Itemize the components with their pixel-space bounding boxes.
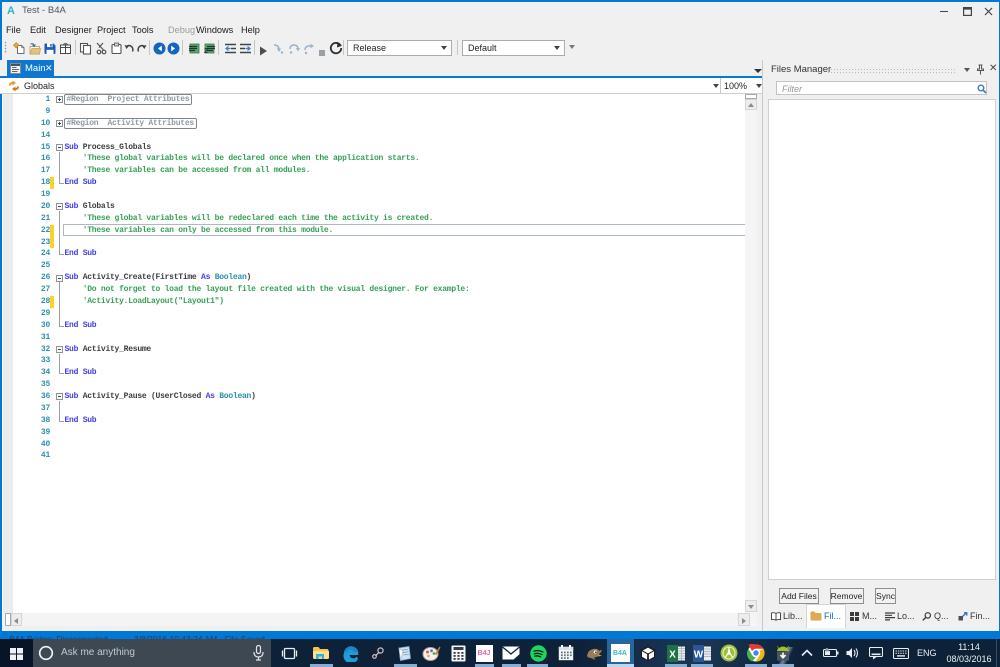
svg-text:W: W bbox=[694, 649, 704, 660]
svg-text:X: X bbox=[669, 649, 676, 660]
svg-text:2: 2 bbox=[204, 48, 208, 55]
